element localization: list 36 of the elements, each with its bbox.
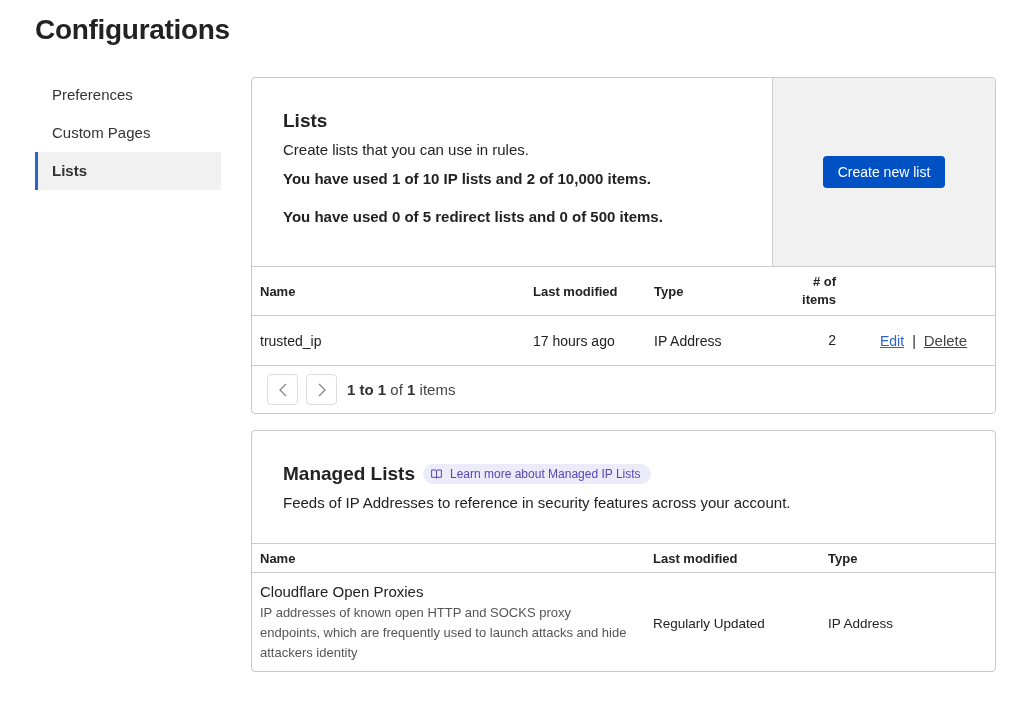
column-header: Type [654,283,685,299]
column-header: Last modified [653,550,739,566]
table-cell-text: IP Address [654,332,723,349]
column-header: Last modified [533,283,619,299]
column-header: Name [260,550,297,566]
table-cell-text: trusted_ip [260,332,323,349]
page-title: Configurations [35,14,231,46]
sidebar-item[interactable]: Lists [35,152,221,190]
table-cell-text: 2 [827,330,836,350]
usage-text: You have used 1 of 10 IP lists and 2 of 10,000 items. [283,170,652,187]
pagination-summary: 1 to 1 of 1 items [347,381,456,398]
column-header: Name [260,283,297,299]
list-description: IP addresses of known open HTTP and SOCKS proxy endpoints, which are frequently used to launch attacks and hide attackers identity [260,604,628,662]
delete-link[interactable]: Delete [923,332,968,349]
chevron-left-icon [278,382,287,397]
edit-link[interactable]: Edit [880,332,905,349]
sidebar-item[interactable]: Preferences [35,76,221,114]
table-cell-text: Regularly Updated [653,615,766,631]
section-title: Lists [283,110,329,132]
next-page-button[interactable] [306,374,337,405]
section-title: Managed Lists [283,463,415,485]
list-name: Cloudflare Open Proxies [260,583,425,600]
usage-text: You have used 0 of 5 redirect lists and 0 of 500 items. [283,208,664,225]
section-description: Create lists that you can use in rules. [283,141,530,158]
sidebar-item[interactable]: Custom Pages [35,114,221,152]
column-header: Type [828,550,859,566]
chevron-right-icon [317,382,326,397]
section-description: Feeds of IP Addresses to reference in security features across your account. [283,494,792,511]
table-cell-text: IP Address [828,615,895,631]
learn-more-link[interactable]: Learn more about Managed IP Lists [423,464,651,484]
table-cell-text: 17 hours ago [533,332,616,349]
previous-page-button[interactable] [267,374,298,405]
separator-text: | [912,332,916,349]
book-icon [431,469,442,479]
column-header: # of items [801,272,836,309]
create-list-button[interactable]: Create new list [822,156,946,188]
